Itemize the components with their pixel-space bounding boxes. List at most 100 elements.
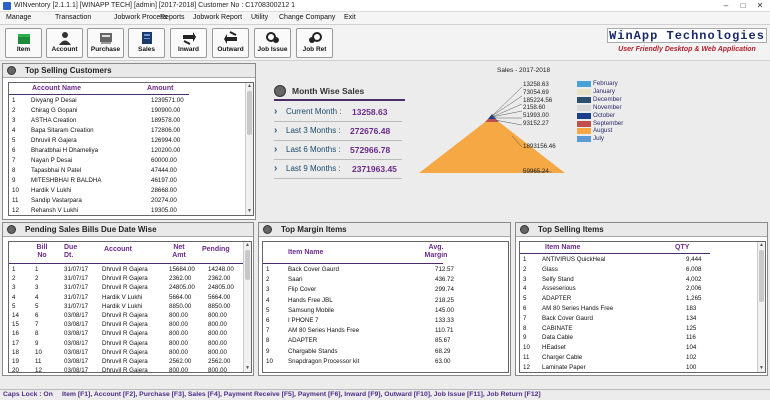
vertical-scrollbar[interactable]: ▲ ▼ [243, 242, 251, 372]
item-name-cell: Back Cover Gaurd [288, 266, 339, 273]
inward-button[interactable]: Inward [170, 28, 207, 58]
menu-reports[interactable]: Reports [160, 14, 185, 21]
table-row[interactable]: 5 ADAPTER 1,265 [520, 294, 757, 304]
table-row[interactable]: 6 I PHONE 7 133.33 [263, 316, 500, 326]
item-button[interactable]: Item [5, 28, 42, 58]
top-margin-title: Top Margin Items [281, 225, 347, 234]
table-row[interactable]: 12 Laminate Paper 100 [520, 363, 757, 372]
qty-cell: 6,008 [686, 265, 702, 273]
scroll-thumb[interactable] [247, 91, 252, 135]
maximize-button[interactable]: □ [735, 0, 751, 12]
table-row[interactable]: 4 Asseserious 2,006 [520, 284, 757, 294]
qty-cell: 116 [686, 334, 696, 342]
row-divider [274, 159, 402, 160]
scroll-up-arrow-icon[interactable]: ▲ [758, 242, 765, 249]
table-row[interactable]: 8 Tapasbhai N Patel 47444.00 [9, 166, 245, 176]
account-cell: Dhruvil R Gajera [102, 339, 148, 347]
table-row[interactable]: 10 HEadset 104 [520, 343, 757, 353]
account-cell: Dhruvil R Gajera [102, 330, 148, 338]
table-row[interactable]: 4 Hands Free JBL 218.25 [263, 296, 500, 306]
row-number: 6 [523, 305, 527, 312]
table-row[interactable]: 1 Back Cover Gaurd 712.57 [263, 265, 500, 275]
table-row[interactable]: 3 Flip Cover 299.74 [263, 285, 500, 295]
vertical-scrollbar[interactable]: ▲ ▼ [245, 83, 253, 215]
top-customers-title: Top Selling Customers [25, 66, 112, 75]
row-number: 8 [523, 324, 527, 332]
table-row[interactable]: 9 Data Cable 116 [520, 333, 757, 343]
table-row[interactable]: 5 Dhruvil R Gajera 126994.00 [9, 136, 245, 146]
table-row[interactable]: 9 MITESHBHAI R BALDHA 46197.00 [9, 176, 245, 186]
net-amt-cell: 800.00 [169, 367, 188, 373]
table-row[interactable]: 10 Snapdragon Processor kit 63.00 [263, 357, 500, 367]
menu-jobwork-report[interactable]: Jobwork Report [193, 14, 242, 21]
menu-change-company[interactable]: Change Company [279, 14, 335, 21]
pending-cell: 800.00 [208, 348, 227, 356]
item-name-cell: Laminate Paper [542, 363, 586, 371]
minimize-button[interactable]: – [718, 0, 734, 12]
account-name-cell: Nayan P Desai [31, 157, 73, 164]
pending-cell: 800.00 [208, 339, 227, 347]
table-row[interactable]: 10 Hardik V Lukhi 28668.00 [9, 186, 245, 196]
sales-icon [141, 32, 152, 44]
table-row[interactable]: 7 AM 80 Series Hands Free 110.71 [263, 326, 500, 336]
job-issue-button[interactable]: Job Issue [254, 28, 291, 58]
row-number: 4 [523, 285, 527, 293]
table-row[interactable]: 6 AM 80 Series Hands Free 183 [520, 304, 757, 314]
table-row[interactable]: 3 Selfy Stand 4,002 [520, 275, 757, 285]
job-return-button[interactable]: Job Ret [296, 28, 333, 58]
table-row[interactable]: 2 Saari 436.72 [263, 275, 500, 285]
close-button[interactable]: ✕ [752, 0, 768, 12]
scroll-up-arrow-icon[interactable]: ▲ [244, 242, 251, 249]
scroll-thumb[interactable] [245, 250, 250, 280]
table-row[interactable]: 1 Divyang P Desai 1239571.00 [9, 96, 245, 106]
table-row[interactable]: 1 ANTIVIRUS QuickHeal 9,444 [520, 255, 757, 265]
pending-cell: 2362.00 [208, 275, 231, 283]
table-row[interactable]: 7 Back Cover Gaurd 134 [520, 314, 757, 324]
pending-bills-grid[interactable]: Bill No Due Dt. Account Net Amt Pending … [8, 241, 252, 373]
table-row[interactable]: 9 Chargable Stands 68.29 [263, 347, 500, 357]
menu-manage[interactable]: Manage [6, 14, 31, 21]
outward-icon [223, 31, 237, 44]
table-row[interactable]: 7 Nayan P Desai 60000.00 [9, 156, 245, 166]
vertical-scrollbar[interactable]: ▲ ▼ [757, 242, 765, 372]
top-margin-grid[interactable]: Item Name Avg. Margin 1 Back Cover Gaurd 7… [262, 241, 509, 373]
table-row[interactable]: 11 Sandip Vastarpara 20274.00 [9, 196, 245, 206]
row-number: 5 [266, 306, 270, 314]
table-row[interactable]: 8 ADAPTER 85.67 [263, 336, 500, 346]
table-row[interactable]: 6 Bharatbhai H Dhameliya 120200.00 [9, 146, 245, 156]
sales-button[interactable]: Sales [128, 28, 165, 58]
pyramid-value-label: 185224.56 [523, 97, 553, 104]
scroll-down-arrow-icon[interactable]: ▼ [758, 365, 765, 372]
menu-exit[interactable]: Exit [344, 14, 356, 21]
row-number: 9 [12, 177, 16, 184]
scroll-down-arrow-icon[interactable]: ▼ [246, 208, 253, 215]
account-button[interactable]: Account [46, 28, 83, 58]
table-row[interactable]: 20 12 03/08/17 Dhruvil R Gajera 800.00 800.00 [9, 366, 243, 373]
sales-button-label: Sales [138, 46, 155, 53]
item-name-cell: Saari [288, 276, 303, 284]
table-row[interactable]: 11 Charger Cable 102 [520, 353, 757, 363]
due-date-cell: 31/07/17 [64, 302, 89, 310]
bill-no-cell: 1 [35, 266, 39, 273]
grid-header: Item Name QTY [520, 242, 765, 253]
bill-no-cell: 6 [35, 312, 39, 319]
brand-name: WinApp Technologies [607, 28, 767, 43]
menu-transaction[interactable]: Transaction [55, 14, 91, 21]
column-header-account: Account [104, 246, 132, 253]
table-row[interactable]: 2 Glass 6,008 [520, 265, 757, 275]
menu-utility[interactable]: Utility [251, 14, 268, 21]
purchase-button[interactable]: Purchase [87, 28, 124, 58]
table-row[interactable]: 4 Bapa Sitaram Creation 172806.00 [9, 126, 245, 136]
current-month-row: › Current Month : 13258.63 [274, 104, 402, 120]
scroll-up-arrow-icon[interactable]: ▲ [246, 83, 253, 90]
table-row[interactable]: 3 ASTHA Creation 189578.00 [9, 116, 245, 126]
table-row[interactable]: 12 Rehansh V Lukhi 19305.00 [9, 206, 245, 215]
scroll-down-arrow-icon[interactable]: ▼ [244, 365, 251, 372]
table-row[interactable]: 8 CABINATE 125 [520, 324, 757, 334]
top-items-grid[interactable]: Item Name QTY 1 ANTIVIRUS QuickHeal 9,444 2… [519, 241, 766, 373]
top-customers-grid[interactable]: Account Name Amount 1 Divyang P Desai 1239… [8, 82, 254, 216]
table-row[interactable]: 5 Samsung Mobile 145.00 [263, 306, 500, 316]
table-row[interactable]: 2 Chirag G Gopani 190900.00 [9, 106, 245, 116]
scroll-thumb[interactable] [759, 250, 764, 302]
outward-button[interactable]: Outward [212, 28, 249, 58]
